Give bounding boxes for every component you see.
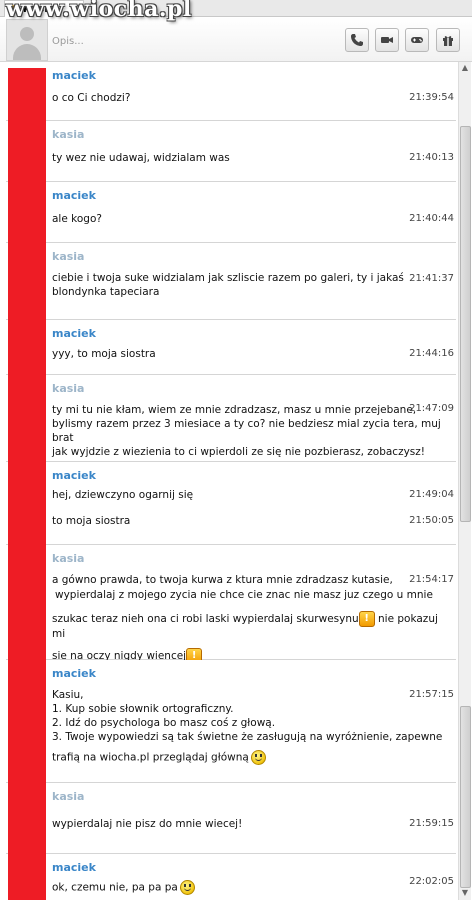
message-text: ok, czemu nie, pa pa pa <box>52 880 392 895</box>
smiley-emoticon-icon <box>250 750 266 765</box>
message-sender: kasia <box>52 552 85 565</box>
message-text: o co Ci chodzi? <box>52 92 131 104</box>
message-time: 21:57:15 <box>409 689 454 700</box>
message-time: 21:59:15 <box>409 818 454 829</box>
message-sender: maciek <box>52 667 96 680</box>
message: kasia ty wez nie udawaj, widzialam was 2… <box>6 121 456 182</box>
gift-icon <box>443 36 453 46</box>
video-call-button[interactable] <box>375 28 399 52</box>
message-time: 21:39:54 <box>409 92 454 103</box>
message: kasia ciebie i twoja suke widzialam jak … <box>6 243 456 320</box>
message-text: ty mi tu nie kłam, wiem ze mnie zdradzas… <box>52 404 441 458</box>
chat-history[interactable]: maciek o co Ci chodzi? 21:39:54 kasia ty… <box>0 62 472 900</box>
exclamation-emoticon-icon: ! <box>358 611 375 627</box>
gamepad-icon <box>411 37 423 43</box>
message-time: 21:49:04 <box>409 489 454 500</box>
smiley-emoticon-icon <box>179 880 195 895</box>
message-text: ale kogo? <box>52 213 102 225</box>
message-text: Kasiu, 1. Kup sobie słownik ortograficzn… <box>52 689 443 765</box>
message-sender: maciek <box>52 69 96 82</box>
message-text: a gówno prawda, to twoja kurwa z ktura m… <box>52 574 438 664</box>
message: kasia a gówno prawda, to twoja kurwa z k… <box>6 545 456 664</box>
message-text: to moja siostra <box>52 515 131 527</box>
message-time: 21:54:17 <box>409 574 454 585</box>
gift-button[interactable] <box>436 28 460 52</box>
message-sender: maciek <box>52 861 96 874</box>
message: maciek ok, czemu nie, pa pa pa 22:02:05 <box>6 854 456 900</box>
message-sender: maciek <box>52 327 96 340</box>
message: kasia wypierdalaj nie pisz do mnie wiece… <box>6 783 456 854</box>
message-time: 21:40:13 <box>409 152 454 163</box>
message-sender: kasia <box>52 790 85 803</box>
watermark-logo: www.wiocha.pl <box>6 0 192 22</box>
message-time: 21:40:44 <box>409 213 454 224</box>
message-time: 21:44:16 <box>409 348 454 359</box>
message-text: hej, dziewczyno ogarnij się <box>52 489 194 501</box>
message-text: yyy, to moja siostra <box>52 348 156 360</box>
status-description: Opis... <box>52 36 84 47</box>
scroll-thumb[interactable] <box>460 706 471 888</box>
message: maciek Kasiu, 1. Kup sobie słownik ortog… <box>6 660 456 783</box>
chat-header: Opis... <box>0 17 472 62</box>
chat-scrollbar[interactable]: ▲ ▼ <box>458 62 471 900</box>
message-time: 21:47:09 <box>409 403 454 414</box>
call-button[interactable] <box>345 28 369 52</box>
message-text: ciebie i twoja suke widzialam jak szlisc… <box>52 272 404 298</box>
message-sender: kasia <box>52 382 85 395</box>
message-time: 22:02:05 <box>409 876 454 887</box>
message-time: 21:50:05 <box>409 515 454 526</box>
message-sender: maciek <box>52 189 96 202</box>
message: maciek yyy, to moja siostra 21:44:16 <box>6 320 456 375</box>
games-button[interactable] <box>405 28 429 52</box>
message: maciek ale kogo? 21:40:44 <box>6 182 456 243</box>
censor-bar <box>8 68 46 900</box>
message-sender: kasia <box>52 128 85 141</box>
scroll-up-icon[interactable]: ▲ <box>460 63 470 73</box>
message-text: wypierdalaj nie pisz do mnie wiecej! <box>52 818 243 830</box>
message-text: ty wez nie udawaj, widzialam was <box>52 152 230 164</box>
message: kasia ty mi tu nie kłam, wiem ze mnie zd… <box>6 375 456 462</box>
message-sender: maciek <box>52 469 96 482</box>
message: maciek hej, dziewczyno ogarnij się 21:49… <box>6 462 456 545</box>
phone-icon <box>351 34 363 46</box>
message-sender: kasia <box>52 250 85 263</box>
scroll-down-icon[interactable]: ▼ <box>460 888 470 898</box>
avatar[interactable] <box>6 19 48 61</box>
message-time: 21:41:37 <box>409 273 454 284</box>
message: maciek o co Ci chodzi? 21:39:54 <box>6 62 456 121</box>
scroll-thumb[interactable] <box>460 126 471 522</box>
video-icon <box>381 37 393 43</box>
